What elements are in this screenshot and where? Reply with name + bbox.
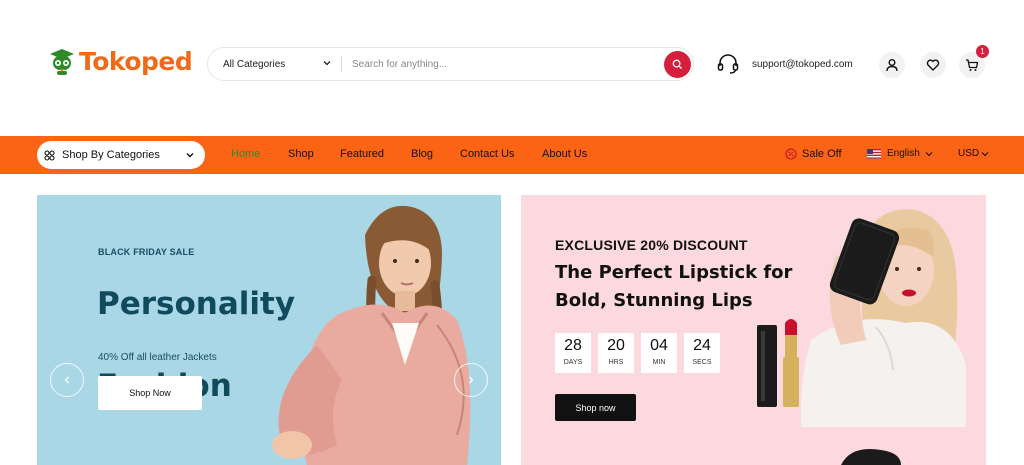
cart-count-badge: 1 [976,45,989,58]
sale-icon [785,148,797,160]
countdown-value: 20 [607,337,625,354]
chevron-down-icon [186,153,194,158]
countdown-hours: 20 HRS [598,333,634,373]
countdown-unit: DAYS [563,359,583,366]
nav-link-featured[interactable]: Featured [340,148,384,160]
countdown-value: 04 [650,337,668,354]
nav-link-shop[interactable]: Shop [288,148,314,160]
slider-next-button[interactable] [454,363,488,397]
countdown-unit: SECS [692,359,712,366]
chevron-left-icon [64,376,69,384]
countdown-unit: MIN [652,359,666,366]
search-icon [672,59,683,69]
hero-tag: BLACK FRIDAY SALE [98,247,195,257]
site-header: Tokoped All Categories support@tokoped.c… [0,0,1024,136]
wishlist-button[interactable] [920,52,946,78]
sale-off-link[interactable]: Sale Off [785,148,842,160]
shop-by-categories-label: Shop By Categories [62,149,160,161]
logo[interactable]: Tokoped [47,45,193,77]
slider-prev-button[interactable] [50,363,84,397]
chevron-right-icon [469,376,474,384]
support-contact[interactable]: support@tokoped.com [716,52,853,76]
countdown-seconds: 24 SECS [684,333,720,373]
sale-off-label: Sale Off [802,148,842,160]
chevron-down-icon [925,151,933,156]
countdown-days: 28 DAYS [555,333,591,373]
promo-title: The Perfect Lipstick for Bold, Stunning … [555,262,793,311]
chevron-down-icon [323,61,331,66]
hero-subtitle: 40% Off all leather Jackets [98,352,217,363]
language-select[interactable]: English [867,148,933,159]
category-select-label: All Categories [223,58,286,70]
category-select[interactable]: All Categories [208,48,341,80]
search-input[interactable] [342,58,664,70]
grid-icon [44,149,55,161]
promo-tag: EXCLUSIVE 20% DISCOUNT [555,237,748,253]
search-bar: All Categories [207,47,694,81]
nav-link-blog[interactable]: Blog [411,148,433,160]
cart-icon [966,59,979,71]
logo-text: Tokoped [79,46,193,76]
heart-icon [926,59,940,71]
search-button[interactable] [664,50,691,78]
lipstick-model-photo [757,209,966,465]
main-nav: Shop By Categories Home Shop Featured Bl… [0,136,1024,174]
currency-select[interactable]: USD [958,148,989,159]
shop-now-button[interactable]: Shop Now [98,376,202,410]
chevron-down-icon [981,151,989,156]
us-flag-icon [867,148,881,159]
countdown-unit: HRS [608,359,624,366]
nav-link-about-us[interactable]: About Us [542,148,587,160]
language-label: English [887,148,920,159]
hero-banner-fashion: BLACK FRIDAY SALE Personality Fashion 40… [37,195,501,465]
hero-banner-lipstick: EXCLUSIVE 20% DISCOUNT The Perfect Lipst… [521,195,986,465]
shop-by-categories-button[interactable]: Shop By Categories [37,141,205,169]
support-email[interactable]: support@tokoped.com [752,59,853,70]
countdown-value: 24 [693,337,711,354]
headset-icon [717,54,739,74]
currency-label: USD [958,148,980,159]
nav-link-home[interactable]: Home [231,148,260,160]
logo-icon [50,49,74,75]
shop-now-promo-button[interactable]: Shop now [555,394,636,421]
account-button[interactable] [879,52,905,78]
user-icon [886,59,898,72]
countdown-minutes: 04 MIN [641,333,677,373]
nav-link-contact-us[interactable]: Contact Us [460,148,514,160]
countdown-value: 28 [564,337,582,354]
